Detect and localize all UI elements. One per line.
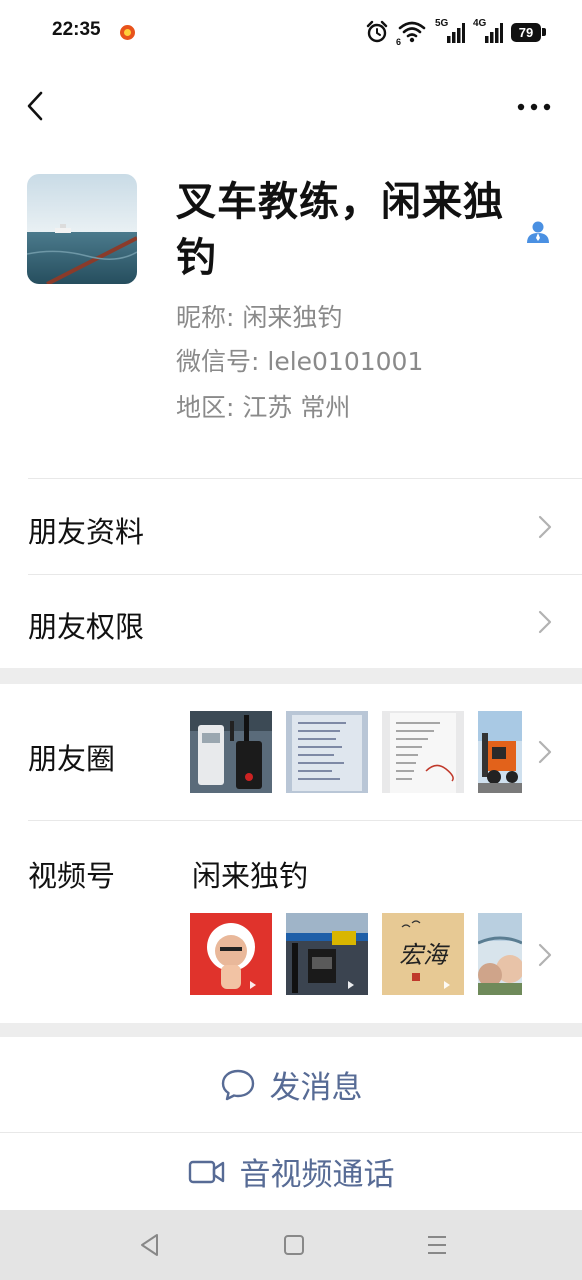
more-dots-icon xyxy=(517,103,551,111)
row-moments-label: 朋友圈 xyxy=(28,742,116,776)
app-notification-icon xyxy=(120,25,135,40)
voice-video-call-button[interactable]: 音视频通话 xyxy=(0,1133,582,1210)
chevron-left-icon xyxy=(27,91,43,121)
moments-thumb-4[interactable] xyxy=(478,711,522,793)
row-friend-info[interactable]: 朋友资料 xyxy=(0,479,582,574)
send-message-label: 发消息 xyxy=(269,1070,363,1106)
channel-name[interactable]: 闲来独钓 xyxy=(192,853,308,895)
channel-thumb-4[interactable] xyxy=(478,913,522,995)
nav-menu-icon[interactable] xyxy=(424,1232,450,1258)
row-channels-label: 视频号 xyxy=(28,859,116,893)
avatar[interactable] xyxy=(27,174,137,284)
row-friend-permissions-label: 朋友权限 xyxy=(28,610,145,644)
row-friend-permissions[interactable]: 朋友权限 xyxy=(0,575,582,668)
channel-thumb-1[interactable] xyxy=(190,913,272,995)
nickname-line: 昵称: 闲来独钓 xyxy=(176,303,343,332)
profile-name: 叉车教练，闲来独钓 xyxy=(176,179,504,281)
chevron-right-icon xyxy=(538,610,552,634)
video-camera-icon xyxy=(188,1160,224,1183)
moments-thumbnails xyxy=(190,711,522,793)
send-message-button[interactable]: 发消息 xyxy=(0,1037,582,1132)
chevron-right-icon xyxy=(538,740,552,764)
status-bar: 22:35 6 5G 4G 79 xyxy=(0,0,582,64)
battery-icon: 79 xyxy=(511,22,546,42)
moments-thumb-1[interactable] xyxy=(190,711,272,793)
chat-bubble-icon xyxy=(221,1069,254,1100)
moments-thumb-3[interactable] xyxy=(382,711,464,793)
channel-thumb-3[interactable]: 宏海 xyxy=(382,913,464,995)
signal-4g-icon: 4G xyxy=(473,18,503,44)
channel-thumbnails: 宏海 xyxy=(190,913,522,995)
channel-thumb-2[interactable] xyxy=(286,913,368,995)
chevron-right-icon xyxy=(538,943,552,967)
battery-level: 79 xyxy=(511,22,541,42)
wechat-id-line: 微信号: lele0101001 xyxy=(176,347,424,376)
more-button[interactable] xyxy=(514,90,554,124)
chevron-right-icon xyxy=(538,515,552,539)
status-icons: 6 5G 4G 79 xyxy=(365,18,546,47)
wifi-badge: 6 xyxy=(396,37,402,47)
star-friend-icon[interactable] xyxy=(525,219,551,245)
status-time: 22:35 xyxy=(52,19,101,40)
alarm-icon xyxy=(366,20,388,43)
row-moments[interactable]: 朋友圈 xyxy=(0,684,582,820)
back-button[interactable] xyxy=(18,84,52,128)
nav-home-icon[interactable] xyxy=(281,1232,307,1258)
row-friend-info-label: 朋友资料 xyxy=(28,515,145,549)
section-gap xyxy=(0,668,582,684)
signal-5g-icon: 5G xyxy=(435,18,465,44)
system-nav-bar xyxy=(0,1210,582,1280)
moments-thumb-2[interactable] xyxy=(286,711,368,793)
battery-cap xyxy=(542,28,546,36)
voice-video-call-label: 音视频通话 xyxy=(239,1157,395,1193)
nav-back-icon[interactable] xyxy=(137,1232,163,1258)
section-gap xyxy=(0,1023,582,1037)
region-line: 地区: 江苏 常州 xyxy=(176,393,351,422)
wifi-icon: 6 xyxy=(396,20,427,47)
calligraphy-text: 宏海 xyxy=(399,941,450,969)
